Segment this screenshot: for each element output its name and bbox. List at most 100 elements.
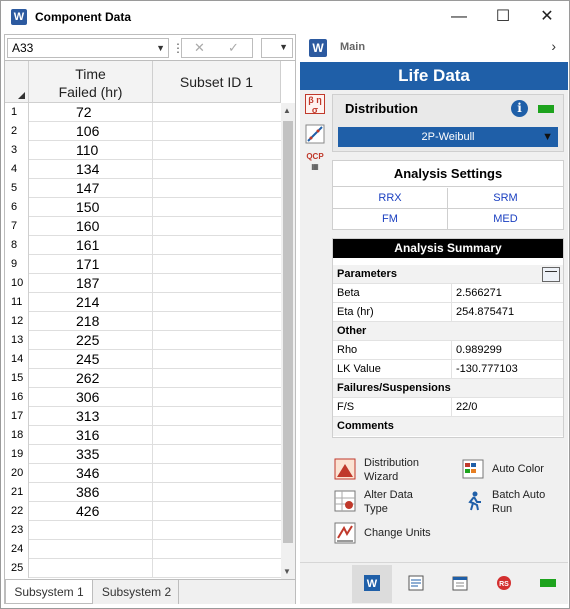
cell-subset-id[interactable] [153,464,281,483]
cell-time-failed[interactable]: 218 [29,312,153,331]
row-header[interactable]: 1 [5,103,29,122]
report-button[interactable] [396,565,436,603]
maximize-button[interactable]: ☐ [481,1,525,33]
scroll-down-icon[interactable]: ▼ [283,567,291,576]
qcp-icon[interactable]: QCP ▦ [305,152,325,172]
formula-dropdown[interactable]: ▼ [261,38,293,58]
cell-time-failed[interactable]: 161 [29,236,153,255]
row-header[interactable]: 3 [5,141,29,160]
cell-subset-id[interactable] [153,369,281,388]
cell-time-failed[interactable]: 72 [29,103,153,122]
cell-time-failed[interactable]: 150 [29,198,153,217]
cell-time-failed[interactable]: 316 [29,426,153,445]
fm-option[interactable]: FM [333,209,448,230]
cell-subset-id[interactable] [153,217,281,236]
formula-edit-box[interactable]: ✕ ✓ [181,38,253,58]
section-comments[interactable]: Comments [333,417,563,436]
cell-time-failed[interactable] [29,559,153,578]
column-header-subset-id[interactable]: Subset ID 1 [153,61,281,103]
med-option[interactable]: MED [448,209,563,230]
cell-subset-id[interactable] [153,312,281,331]
info-icon[interactable]: i [511,100,528,117]
cell-subset-id[interactable] [153,540,281,559]
cell-subset-id[interactable] [153,141,281,160]
row-header[interactable]: 23 [5,521,29,540]
cell-time-failed[interactable]: 110 [29,141,153,160]
parameters-icon[interactable]: β ησ [305,94,325,115]
cell-time-failed[interactable]: 306 [29,388,153,407]
cell-time-failed[interactable]: 313 [29,407,153,426]
status-button[interactable] [528,565,568,603]
cell-subset-id[interactable] [153,407,281,426]
row-header[interactable]: 14 [5,350,29,369]
srm-option[interactable]: SRM [448,188,563,209]
cancel-icon[interactable]: ✕ [194,40,205,56]
cell-time-failed[interactable]: 262 [29,369,153,388]
cell-subset-id[interactable] [153,445,281,464]
view-parameters-icon[interactable] [542,267,560,282]
row-header[interactable]: 21 [5,483,29,502]
main-bar[interactable]: W Main › [300,34,568,62]
row-header[interactable]: 2 [5,122,29,141]
cell-time-failed[interactable] [29,540,153,559]
cell-time-failed[interactable]: 426 [29,502,153,521]
cell-time-failed[interactable]: 214 [29,293,153,312]
row-header[interactable]: 13 [5,331,29,350]
tab-subsystem-2[interactable]: Subsystem 2 [95,580,179,604]
cell-subset-id[interactable] [153,103,281,122]
rs-button[interactable]: RS [484,565,524,603]
weibull-folio-button[interactable]: W [352,565,392,603]
data-grid[interactable]: Time Failed (hr) Subset ID 1 1 72 2 106 3 110… [5,61,281,579]
cell-subset-id[interactable] [153,274,281,293]
cell-time-failed[interactable]: 386 [29,483,153,502]
row-header[interactable]: 7 [5,217,29,236]
chevron-right-icon[interactable]: › [551,38,556,54]
confirm-icon[interactable]: ✓ [228,40,239,56]
distribution-wizard-button[interactable]: Distribution Wizard [334,456,454,486]
row-header[interactable]: 5 [5,179,29,198]
cell-subset-id[interactable] [153,426,281,445]
row-header[interactable]: 4 [5,160,29,179]
tab-subsystem-1[interactable]: Subsystem 1 [5,580,93,604]
cell-subset-id[interactable] [153,388,281,407]
select-all-corner[interactable] [5,61,29,103]
cell-time-failed[interactable]: 171 [29,255,153,274]
change-units-button[interactable]: Change Units [334,520,454,546]
row-header[interactable]: 17 [5,407,29,426]
distribution-select[interactable]: 2P-Weibull ▼ [338,127,558,147]
cell-subset-id[interactable] [153,293,281,312]
cell-subset-id[interactable] [153,483,281,502]
cell-time-failed[interactable]: 245 [29,350,153,369]
row-header[interactable]: 10 [5,274,29,293]
minimize-button[interactable]: — [437,1,481,33]
row-header[interactable]: 20 [5,464,29,483]
row-header[interactable]: 9 [5,255,29,274]
cell-time-failed[interactable]: 134 [29,160,153,179]
cell-subset-id[interactable] [153,198,281,217]
splitter-handle[interactable]: ⋮ [172,39,184,57]
row-header[interactable]: 11 [5,293,29,312]
batch-auto-run-button[interactable]: Batch Auto Run [462,488,562,518]
row-header[interactable]: 18 [5,426,29,445]
row-header[interactable]: 8 [5,236,29,255]
scrollbar-thumb[interactable] [283,121,293,543]
cell-time-failed[interactable]: 225 [29,331,153,350]
plot-icon[interactable] [305,124,325,144]
row-header[interactable]: 24 [5,540,29,559]
row-header[interactable]: 19 [5,445,29,464]
cell-subset-id[interactable] [153,521,281,540]
auto-color-button[interactable]: Auto Color [462,456,562,484]
row-header[interactable]: 25 [5,559,29,578]
column-header-time-failed[interactable]: Time Failed (hr) [29,61,153,103]
cell-time-failed[interactable]: 160 [29,217,153,236]
rrx-option[interactable]: RRX [333,188,448,209]
row-header[interactable]: 16 [5,388,29,407]
alter-data-type-button[interactable]: Alter Data Type [334,488,454,518]
close-button[interactable]: ✕ [525,1,569,33]
cell-subset-id[interactable] [153,502,281,521]
cell-subset-id[interactable] [153,559,281,578]
cell-subset-id[interactable] [153,350,281,369]
cell-subset-id[interactable] [153,331,281,350]
cell-subset-id[interactable] [153,179,281,198]
row-header[interactable]: 15 [5,369,29,388]
